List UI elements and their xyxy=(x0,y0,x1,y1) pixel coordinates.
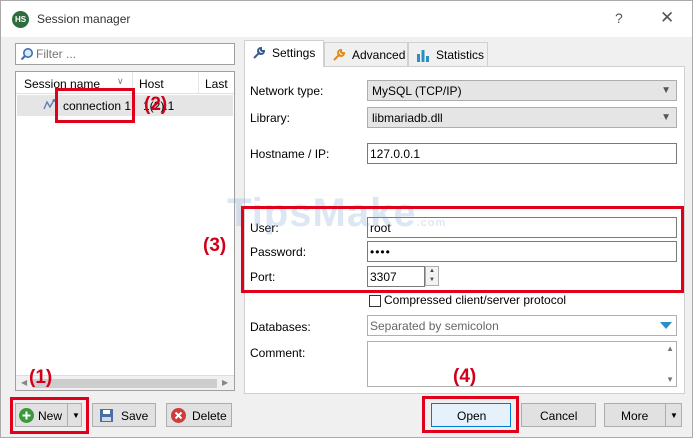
annotation-label-2: (2) xyxy=(144,94,168,115)
chevron-down-icon: ▼ xyxy=(661,85,671,96)
session-row[interactable]: connection 1 1(2).1 xyxy=(17,95,233,116)
more-button[interactable]: More ▼ xyxy=(604,403,682,427)
tab-settings[interactable]: Settings xyxy=(244,40,324,67)
chevron-down-icon: ∨ xyxy=(117,76,124,86)
session-manager-window: HS Session manager ? ✕ Session name ∨ Ho… xyxy=(0,0,693,438)
network-type-select[interactable]: MySQL (TCP/IP) ▼ xyxy=(367,80,677,101)
column-session-name[interactable]: Session name xyxy=(24,77,100,91)
compressed-label: Compressed client/server protocol xyxy=(384,293,567,307)
chevron-down-icon: ▼ xyxy=(661,112,671,123)
port-label: Port: xyxy=(250,270,276,284)
library-label: Library: xyxy=(250,111,291,125)
save-button[interactable]: Save xyxy=(92,403,156,427)
column-last-connect[interactable]: Last . xyxy=(198,72,234,105)
chevron-down-icon: ▼ xyxy=(670,411,678,420)
cancel-button-label: Cancel xyxy=(540,409,578,423)
scroll-left-icon[interactable]: ◀ xyxy=(21,378,27,387)
wrench-icon xyxy=(253,46,266,59)
tab-statistics[interactable]: Statistics xyxy=(408,42,488,66)
databases-placeholder: Separated by semicolon xyxy=(370,319,499,333)
databases-label: Databases: xyxy=(250,320,311,334)
session-tree[interactable]: Session name ∨ Host Last . connection 1 … xyxy=(15,71,235,391)
watermark: TipsMake.com xyxy=(227,191,446,236)
scroll-thumb[interactable] xyxy=(33,379,217,388)
new-button-label: New xyxy=(38,409,63,423)
port-input[interactable]: 3307 xyxy=(367,266,425,287)
hostname-input[interactable]: 127.0.0.1 xyxy=(367,143,677,164)
window-title: Session manager xyxy=(37,12,131,26)
delete-button[interactable]: Delete xyxy=(166,403,232,427)
annotation-label-3: (3) xyxy=(203,235,227,256)
library-select[interactable]: libmariadb.dll ▼ xyxy=(367,107,677,128)
more-dropdown-arrow[interactable]: ▼ xyxy=(665,404,681,426)
spin-down-icon[interactable]: ▼ xyxy=(429,277,435,283)
comment-textarea[interactable]: ▲ ▼ xyxy=(367,341,677,387)
password-input[interactable]: •••• xyxy=(367,241,677,262)
search-icon xyxy=(20,48,33,61)
save-icon xyxy=(100,409,113,422)
port-spinner[interactable]: ▲ ▼ xyxy=(425,266,439,286)
wrench-orange-icon xyxy=(333,48,346,61)
delete-button-label: Delete xyxy=(192,409,227,423)
title-bar: HS Session manager ? ✕ xyxy=(1,1,692,37)
cancel-button[interactable]: Cancel xyxy=(521,403,596,427)
new-button[interactable]: New ▼ xyxy=(15,403,82,427)
open-button[interactable]: Open xyxy=(431,403,511,427)
network-type-value: MySQL (TCP/IP) xyxy=(372,84,462,98)
annotation-label-1: (1) xyxy=(29,367,53,388)
connection-icon xyxy=(43,99,56,110)
plus-icon xyxy=(19,408,34,423)
session-name: connection 1 xyxy=(63,99,132,113)
tab-statistics-label: Statistics xyxy=(436,48,485,62)
close-button[interactable]: ✕ xyxy=(660,8,674,28)
new-dropdown-arrow[interactable]: ▼ xyxy=(67,404,83,426)
column-host[interactable]: Host xyxy=(132,72,164,93)
filter-input[interactable] xyxy=(36,46,226,62)
tab-advanced[interactable]: Advanced xyxy=(324,42,408,66)
spin-up-icon[interactable]: ▲ xyxy=(429,268,435,274)
dropdown-filter-icon[interactable] xyxy=(659,321,673,331)
library-value: libmariadb.dll xyxy=(372,111,443,125)
filter-box[interactable] xyxy=(15,43,235,65)
comment-label: Comment: xyxy=(250,346,306,360)
scroll-down-icon[interactable]: ▼ xyxy=(666,375,674,384)
tree-header: Session name ∨ Host Last . xyxy=(16,72,234,105)
delete-icon xyxy=(171,408,186,423)
save-button-label: Save xyxy=(121,409,149,423)
network-type-label: Network type: xyxy=(250,84,324,98)
databases-input[interactable]: Separated by semicolon xyxy=(367,315,677,336)
watermark-sub: .com xyxy=(416,217,447,229)
watermark-main: TipsMake xyxy=(227,191,417,235)
annotation-label-4: (4) xyxy=(453,366,477,387)
compressed-checkbox[interactable] xyxy=(369,295,381,307)
tab-advanced-label: Advanced xyxy=(352,48,406,62)
scroll-up-icon[interactable]: ▲ xyxy=(666,344,674,353)
heidisql-app-icon: HS xyxy=(12,11,29,28)
tab-settings-label: Settings xyxy=(272,46,316,60)
more-button-label: More xyxy=(621,409,649,423)
help-button[interactable]: ? xyxy=(615,10,623,26)
password-label: Password: xyxy=(250,245,307,259)
open-button-label: Open xyxy=(457,409,487,423)
bar-chart-icon xyxy=(417,50,429,62)
scroll-right-icon[interactable]: ▶ xyxy=(222,378,228,387)
hostname-label: Hostname / IP: xyxy=(250,147,330,161)
chevron-down-icon: ▼ xyxy=(72,411,80,420)
